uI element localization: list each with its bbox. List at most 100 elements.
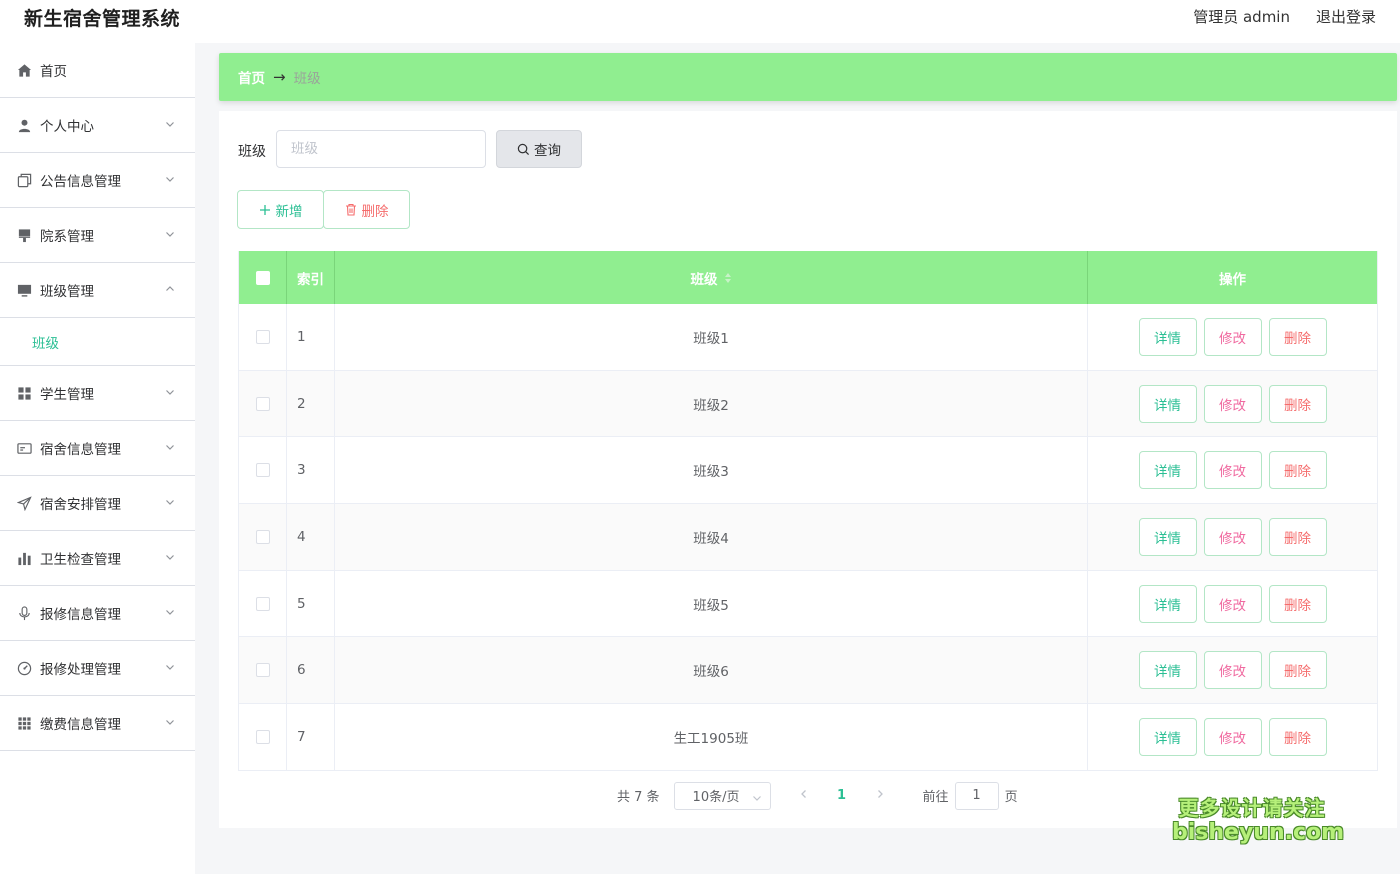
trash-icon [345, 203, 356, 216]
sidebar-item-label: 卫生检查管理 [40, 552, 121, 568]
sidebar-item-repair-processing[interactable]: 报修处理管理 [0, 641, 195, 696]
sidebar-item-label: 个人中心 [40, 119, 94, 135]
row-select-cell [239, 504, 287, 570]
header-actions: 操作 [1219, 271, 1246, 288]
edit-button[interactable]: 修改 [1203, 517, 1262, 556]
edit-button[interactable]: 修改 [1203, 451, 1262, 490]
row-actions: 详情 修改 删除 [1088, 704, 1377, 770]
menu-grid-icon [16, 715, 32, 731]
page-size-select[interactable]: 10条/页 [673, 781, 771, 810]
edit-button[interactable]: 修改 [1203, 384, 1262, 423]
logout-link[interactable]: 退出登录 [1316, 6, 1376, 27]
row-index: 4 [287, 504, 335, 570]
sidebar-item-students[interactable]: 学生管理 [0, 366, 195, 421]
pagination-total: 共 7 条 [617, 790, 660, 805]
add-button[interactable]: 新增 [237, 190, 324, 229]
detail-button[interactable]: 详情 [1138, 451, 1197, 490]
sidebar-item-class-management[interactable]: 班级管理 [0, 263, 195, 318]
table-header: 索引 班级 操作 [239, 251, 1377, 304]
batch-delete-button[interactable]: 删除 [323, 190, 410, 229]
sidebar-subitem-class[interactable]: 班级 [0, 318, 195, 366]
detail-button[interactable]: 详情 [1138, 517, 1197, 556]
row-delete-button[interactable]: 删除 [1268, 651, 1327, 690]
row-class-name: 班级1 [335, 304, 1088, 370]
add-button-label: 新增 [275, 203, 303, 220]
detail-button[interactable]: 详情 [1138, 384, 1197, 423]
edit-button[interactable]: 修改 [1203, 717, 1262, 756]
row-checkbox[interactable] [255, 396, 270, 411]
row-checkbox[interactable] [255, 329, 270, 344]
sidebar-item-label: 报修信息管理 [40, 607, 121, 623]
row-class-name: 生工1905班 [335, 704, 1088, 770]
row-actions: 详情 修改 删除 [1088, 437, 1377, 503]
row-select-cell [239, 437, 287, 504]
row-checkbox[interactable] [255, 663, 270, 678]
query-button[interactable]: 查询 [496, 130, 582, 168]
row-delete-button[interactable]: 删除 [1268, 317, 1327, 356]
header-name[interactable]: 班级 [335, 251, 1088, 304]
sidebar-item-payment-info[interactable]: 缴费信息管理 [0, 696, 195, 751]
goto-page-input[interactable] [954, 781, 999, 810]
sidebar-item-label: 学生管理 [40, 387, 94, 403]
class-search-input[interactable] [276, 130, 486, 168]
sidebar-item-hygiene-check[interactable]: 卫生检查管理 [0, 531, 195, 586]
postcard-icon [16, 440, 32, 456]
sidebar-item-departments[interactable]: 院系管理 [0, 208, 195, 263]
row-class-name: 班级2 [335, 370, 1088, 437]
chevron-down-icon [165, 172, 175, 182]
plus-icon [259, 204, 270, 215]
row-delete-button[interactable]: 删除 [1268, 717, 1327, 756]
detail-button[interactable]: 详情 [1138, 317, 1197, 356]
table-row: 1 班级1 详情 修改 删除 [239, 304, 1377, 371]
app-title: 新生宿舍管理系统 [24, 8, 181, 30]
select-all-checkbox[interactable] [255, 270, 270, 285]
row-checkbox[interactable] [255, 729, 270, 744]
admin-label: 管理员 admin [1193, 8, 1290, 26]
sidebar: 首页 个人中心 公告信息管理 院系管理 班级管理 班级 学生管理 宿舍信息管理 … [0, 43, 195, 874]
row-class-name: 班级5 [335, 570, 1088, 637]
row-checkbox[interactable] [255, 463, 270, 478]
header-name-label: 班级 [690, 271, 718, 288]
sidebar-item-repair-info[interactable]: 报修信息管理 [0, 586, 195, 641]
row-checkbox[interactable] [255, 596, 270, 611]
chevron-down-icon [165, 715, 175, 725]
detail-button[interactable]: 详情 [1138, 717, 1197, 756]
edit-button[interactable]: 修改 [1203, 651, 1262, 690]
sidebar-item-label: 班级管理 [40, 284, 94, 300]
edit-button[interactable]: 修改 [1203, 584, 1262, 623]
sidebar-item-home[interactable]: 首页 [0, 43, 195, 98]
row-delete-button[interactable]: 删除 [1268, 384, 1327, 423]
breadcrumb-separator: → [273, 68, 286, 86]
row-delete-button[interactable]: 删除 [1268, 584, 1327, 623]
sidebar-item-label: 缴费信息管理 [40, 717, 121, 733]
detail-button[interactable]: 详情 [1138, 584, 1197, 623]
page-number-current[interactable]: 1 [827, 788, 857, 803]
home-icon [16, 62, 32, 78]
sidebar-item-dorm-info[interactable]: 宿舍信息管理 [0, 421, 195, 476]
row-delete-button[interactable]: 删除 [1268, 451, 1327, 490]
detail-button[interactable]: 详情 [1138, 651, 1197, 690]
sidebar-item-label: 宿舍信息管理 [40, 442, 121, 458]
prev-page-button[interactable] [789, 788, 819, 803]
sidebar-item-label: 报修处理管理 [40, 662, 121, 678]
row-select-cell [239, 704, 287, 770]
table-row: 3 班级3 详情 修改 删除 [239, 437, 1377, 505]
breadcrumb-home[interactable]: 首页 [238, 67, 265, 87]
row-checkbox[interactable] [255, 529, 270, 544]
row-index: 1 [287, 304, 335, 370]
next-page-button[interactable] [865, 788, 895, 803]
sort-icon[interactable] [724, 272, 732, 284]
row-delete-button[interactable]: 删除 [1268, 517, 1327, 556]
edit-button[interactable]: 修改 [1203, 317, 1262, 356]
sidebar-item-personal-center[interactable]: 个人中心 [0, 98, 195, 153]
bar-chart-icon [16, 550, 32, 566]
sidebar-item-dorm-arrangement[interactable]: 宿舍安排管理 [0, 476, 195, 531]
chevron-down-icon [165, 385, 175, 395]
table-row: 7 生工1905班 详情 修改 删除 [239, 704, 1377, 771]
row-select-cell [239, 637, 287, 704]
watermark-line2: bisheyun.com [1172, 820, 1345, 845]
sidebar-item-announcements[interactable]: 公告信息管理 [0, 153, 195, 208]
sidebar-item-label: 首页 [40, 64, 67, 80]
copy-icon [16, 172, 32, 188]
chevron-down-icon [165, 605, 175, 615]
